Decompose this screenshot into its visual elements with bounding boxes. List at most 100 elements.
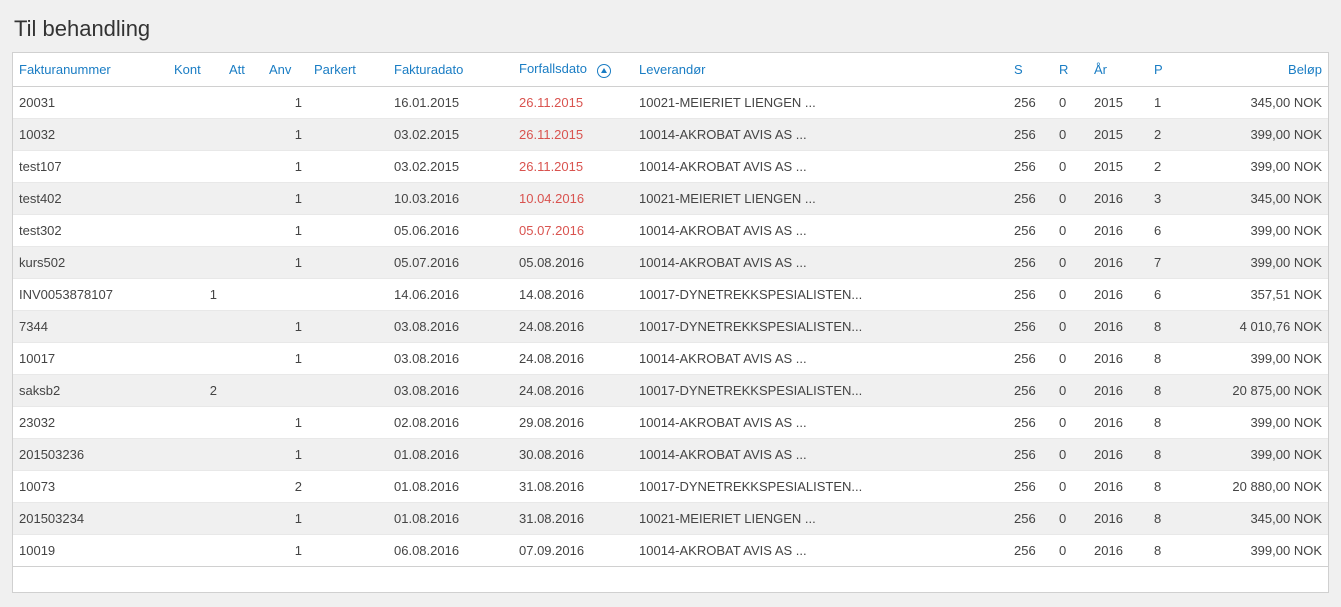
col-forfallsdato[interactable]: Forfallsdato xyxy=(513,53,633,86)
col-leverandor[interactable]: Leverandør xyxy=(633,53,1008,86)
table-row[interactable]: 7344103.08.201624.08.201610017-DYNETREKK… xyxy=(13,310,1328,342)
cell-forfallsdato: 29.08.2016 xyxy=(513,406,633,438)
cell-anv: 1 xyxy=(263,86,308,118)
cell-parkert xyxy=(308,150,388,182)
header-row: Fakturanummer Kont Att Anv Parkert Faktu… xyxy=(13,53,1328,86)
cell-att xyxy=(223,534,263,566)
cell-fakturadato: 03.02.2015 xyxy=(388,118,513,150)
cell-leverandor: 10014-AKROBAT AVIS AS ... xyxy=(633,150,1008,182)
cell-belop: 345,00 NOK xyxy=(1183,502,1328,534)
cell-fakturanummer: 10019 xyxy=(13,534,168,566)
cell-p: 8 xyxy=(1148,406,1183,438)
cell-parkert xyxy=(308,118,388,150)
cell-p: 2 xyxy=(1148,118,1183,150)
invoice-table: Fakturanummer Kont Att Anv Parkert Faktu… xyxy=(13,53,1328,566)
cell-leverandor: 10014-AKROBAT AVIS AS ... xyxy=(633,406,1008,438)
cell-s: 256 xyxy=(1008,182,1053,214)
table-row[interactable]: test302105.06.201605.07.201610014-AKROBA… xyxy=(13,214,1328,246)
cell-forfallsdato: 24.08.2016 xyxy=(513,374,633,406)
cell-forfallsdato: 07.09.2016 xyxy=(513,534,633,566)
cell-s: 256 xyxy=(1008,438,1053,470)
cell-forfallsdato: 05.08.2016 xyxy=(513,246,633,278)
col-parkert[interactable]: Parkert xyxy=(308,53,388,86)
table-row[interactable]: 10032103.02.201526.11.201510014-AKROBAT … xyxy=(13,118,1328,150)
cell-anv: 1 xyxy=(263,438,308,470)
table-row[interactable]: 201503236101.08.201630.08.201610014-AKRO… xyxy=(13,438,1328,470)
cell-anv: 1 xyxy=(263,342,308,374)
table-row[interactable]: 201503234101.08.201631.08.201610021-MEIE… xyxy=(13,502,1328,534)
col-fakturadato[interactable]: Fakturadato xyxy=(388,53,513,86)
page-title: Til behandling xyxy=(12,12,1329,52)
table-row[interactable]: kurs502105.07.201605.08.201610014-AKROBA… xyxy=(13,246,1328,278)
col-ar[interactable]: År xyxy=(1088,53,1148,86)
cell-att xyxy=(223,438,263,470)
table-row[interactable]: 10073201.08.201631.08.201610017-DYNETREK… xyxy=(13,470,1328,502)
col-att[interactable]: Att xyxy=(223,53,263,86)
table-row[interactable]: test402110.03.201610.04.201610021-MEIERI… xyxy=(13,182,1328,214)
cell-ar: 2015 xyxy=(1088,118,1148,150)
col-kont[interactable]: Kont xyxy=(168,53,223,86)
table-row[interactable]: test107103.02.201526.11.201510014-AKROBA… xyxy=(13,150,1328,182)
col-anv[interactable]: Anv xyxy=(263,53,308,86)
cell-fakturanummer: test107 xyxy=(13,150,168,182)
cell-fakturanummer: test402 xyxy=(13,182,168,214)
table-row[interactable]: 20031116.01.201526.11.201510021-MEIERIET… xyxy=(13,86,1328,118)
cell-kont xyxy=(168,534,223,566)
cell-anv: 1 xyxy=(263,182,308,214)
col-fakturanummer[interactable]: Fakturanummer xyxy=(13,53,168,86)
cell-ar: 2016 xyxy=(1088,502,1148,534)
cell-kont xyxy=(168,214,223,246)
cell-r: 0 xyxy=(1053,214,1088,246)
cell-leverandor: 10017-DYNETREKKSPESIALISTEN... xyxy=(633,374,1008,406)
col-belop[interactable]: Beløp xyxy=(1183,53,1328,86)
cell-parkert xyxy=(308,438,388,470)
cell-att xyxy=(223,470,263,502)
cell-fakturanummer: 201503236 xyxy=(13,438,168,470)
cell-s: 256 xyxy=(1008,150,1053,182)
cell-ar: 2016 xyxy=(1088,182,1148,214)
cell-kont xyxy=(168,246,223,278)
cell-forfallsdato: 24.08.2016 xyxy=(513,310,633,342)
cell-s: 256 xyxy=(1008,534,1053,566)
cell-anv xyxy=(263,278,308,310)
cell-p: 2 xyxy=(1148,150,1183,182)
cell-p: 8 xyxy=(1148,374,1183,406)
cell-r: 0 xyxy=(1053,470,1088,502)
cell-parkert xyxy=(308,470,388,502)
cell-s: 256 xyxy=(1008,118,1053,150)
cell-s: 256 xyxy=(1008,470,1053,502)
col-p[interactable]: P xyxy=(1148,53,1183,86)
cell-r: 0 xyxy=(1053,86,1088,118)
cell-ar: 2016 xyxy=(1088,310,1148,342)
cell-s: 256 xyxy=(1008,310,1053,342)
cell-r: 0 xyxy=(1053,342,1088,374)
cell-fakturadato: 06.08.2016 xyxy=(388,534,513,566)
cell-belop: 4 010,76 NOK xyxy=(1183,310,1328,342)
cell-ar: 2016 xyxy=(1088,246,1148,278)
table-row[interactable]: 10019106.08.201607.09.201610014-AKROBAT … xyxy=(13,534,1328,566)
cell-forfallsdato: 24.08.2016 xyxy=(513,342,633,374)
cell-s: 256 xyxy=(1008,502,1053,534)
cell-leverandor: 10014-AKROBAT AVIS AS ... xyxy=(633,246,1008,278)
cell-parkert xyxy=(308,342,388,374)
cell-fakturanummer: 10017 xyxy=(13,342,168,374)
cell-forfallsdato: 05.07.2016 xyxy=(513,214,633,246)
cell-fakturadato: 01.08.2016 xyxy=(388,438,513,470)
cell-att xyxy=(223,278,263,310)
cell-fakturadato: 05.07.2016 xyxy=(388,246,513,278)
cell-p: 6 xyxy=(1148,214,1183,246)
cell-fakturanummer: INV0053878107 xyxy=(13,278,168,310)
table-row[interactable]: saksb2203.08.201624.08.201610017-DYNETRE… xyxy=(13,374,1328,406)
cell-p: 8 xyxy=(1148,310,1183,342)
cell-fakturadato: 16.01.2015 xyxy=(388,86,513,118)
col-s[interactable]: S xyxy=(1008,53,1053,86)
cell-belop: 399,00 NOK xyxy=(1183,342,1328,374)
cell-s: 256 xyxy=(1008,406,1053,438)
cell-r: 0 xyxy=(1053,150,1088,182)
cell-anv: 1 xyxy=(263,246,308,278)
table-row[interactable]: 10017103.08.201624.08.201610014-AKROBAT … xyxy=(13,342,1328,374)
table-row[interactable]: 23032102.08.201629.08.201610014-AKROBAT … xyxy=(13,406,1328,438)
col-r[interactable]: R xyxy=(1053,53,1088,86)
cell-ar: 2016 xyxy=(1088,438,1148,470)
table-row[interactable]: INV0053878107114.06.201614.08.201610017-… xyxy=(13,278,1328,310)
